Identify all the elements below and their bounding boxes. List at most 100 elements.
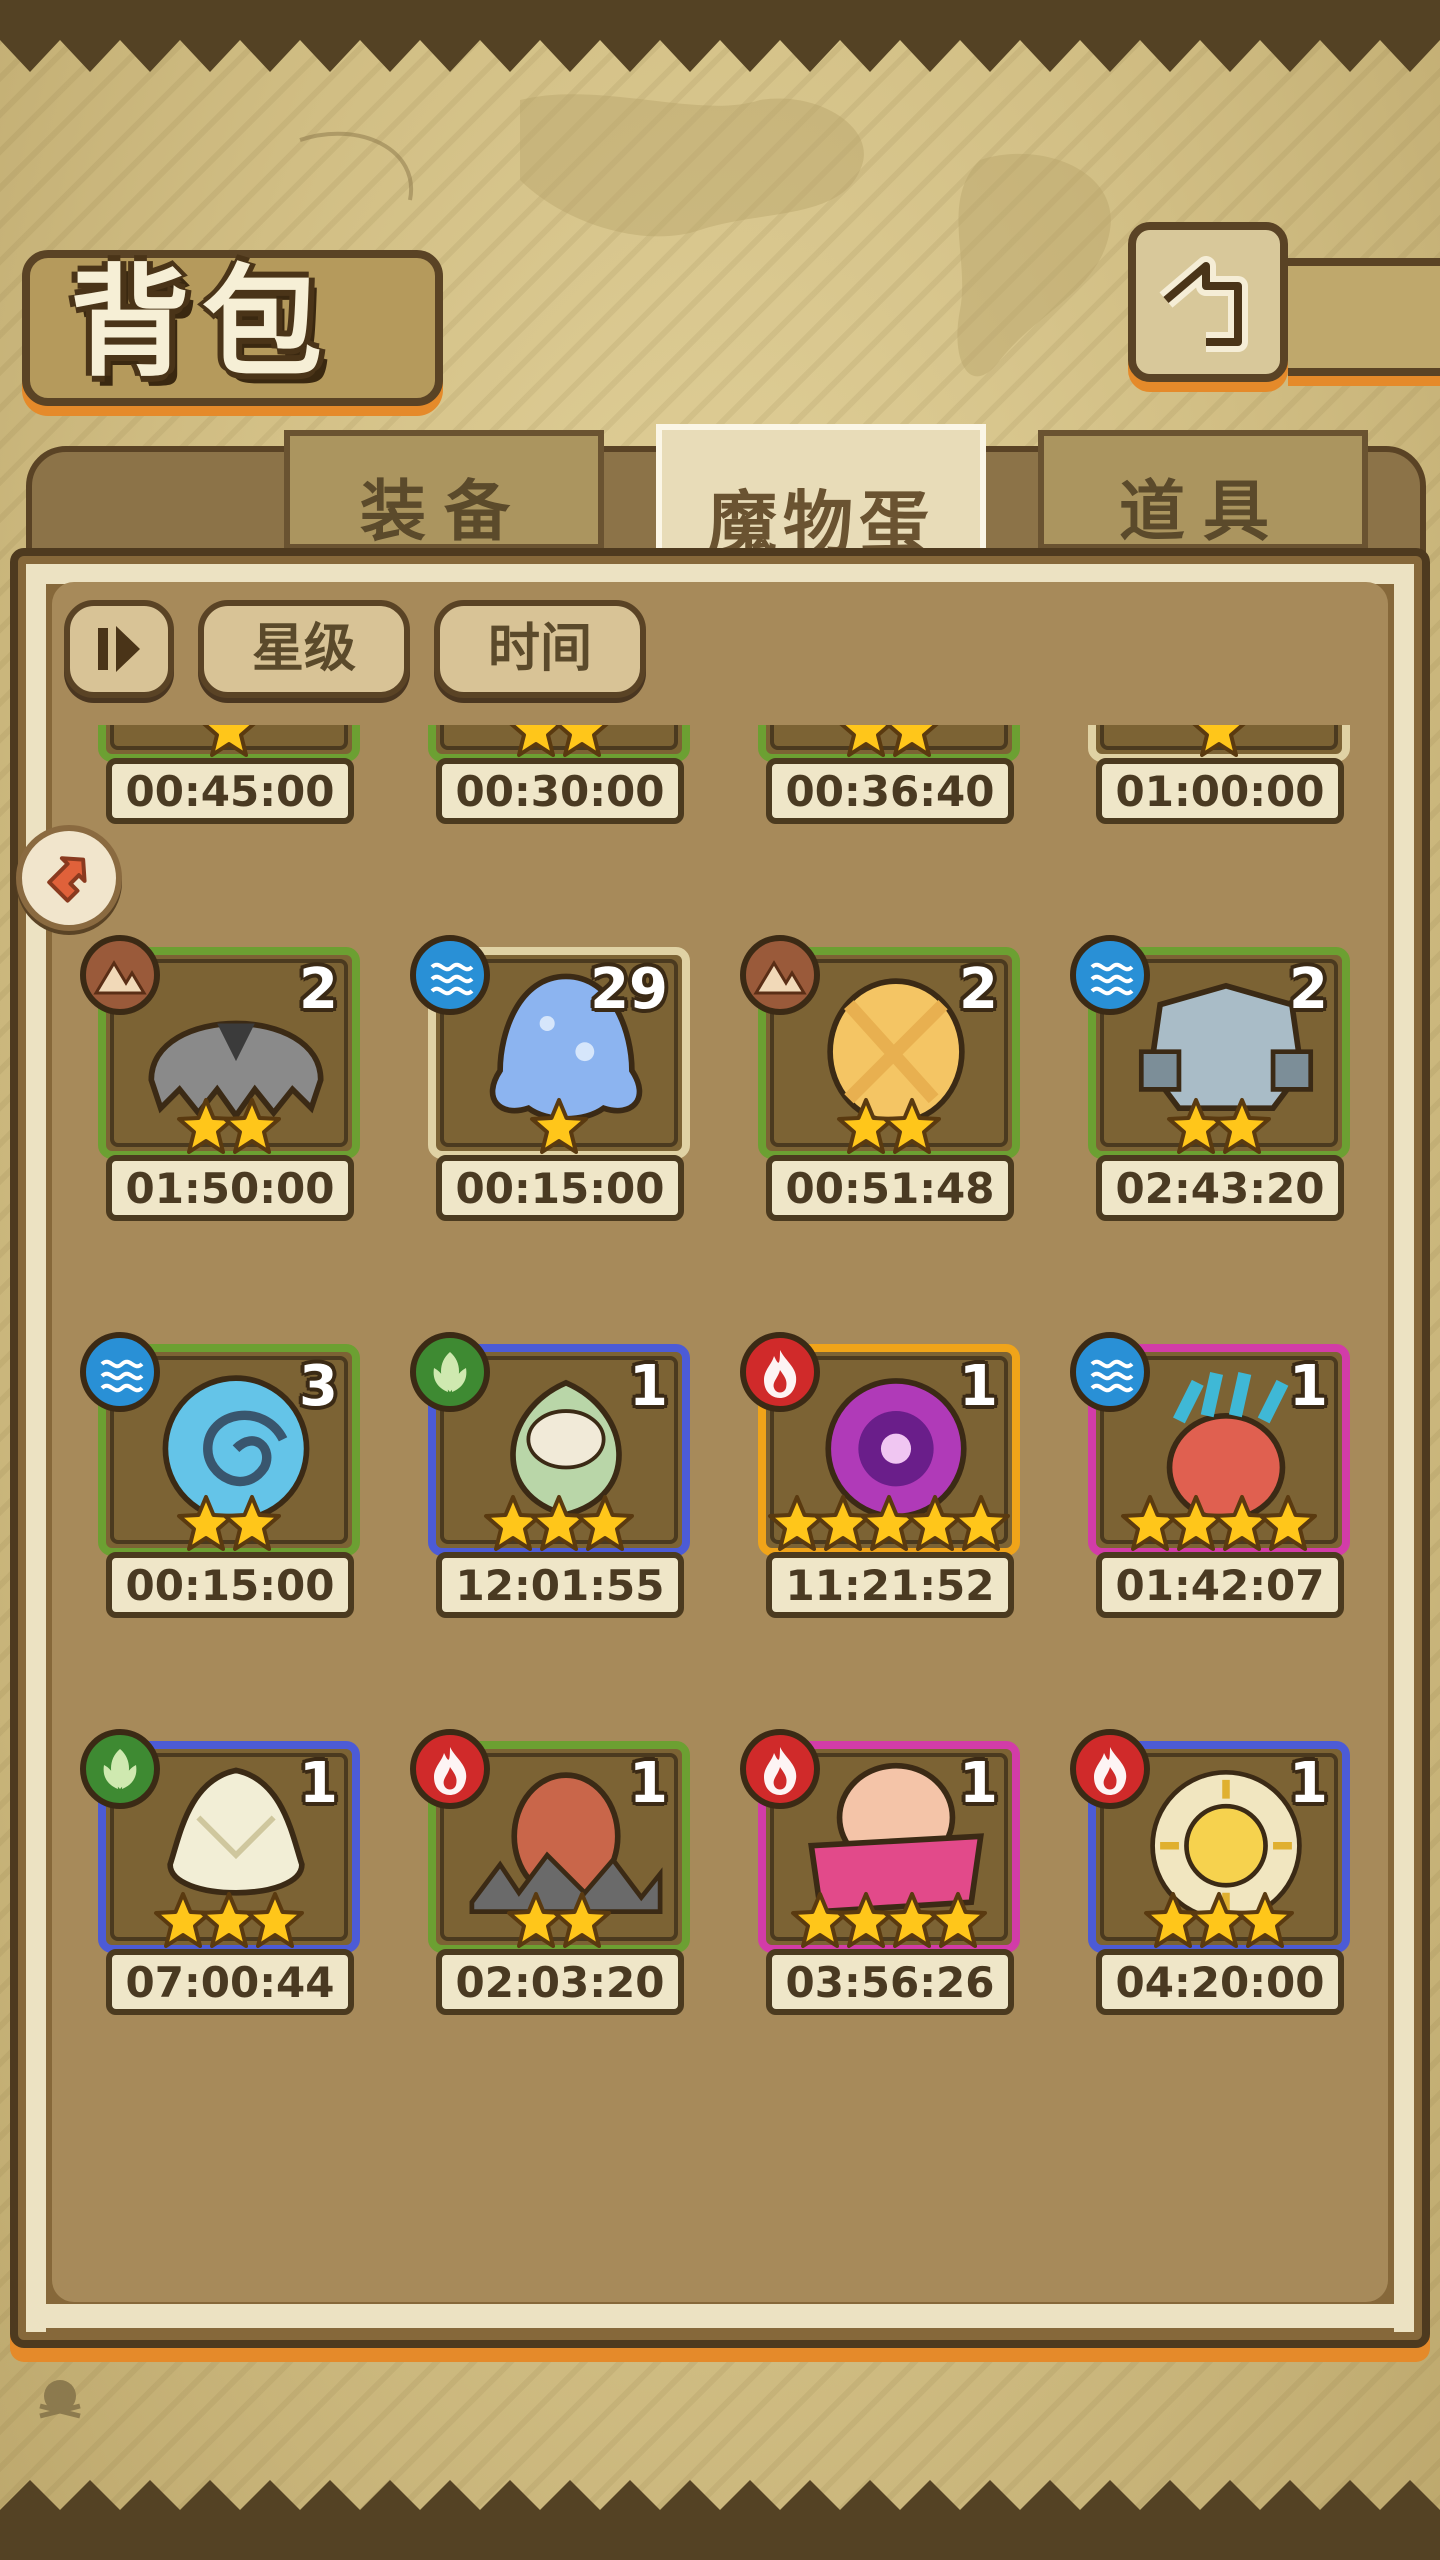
star-icon — [202, 725, 256, 757]
star-rating — [758, 1097, 1020, 1161]
fire-symbol-icon — [764, 1747, 797, 1795]
star-rating — [758, 1494, 1020, 1558]
egg-count: 1 — [959, 1751, 998, 1816]
fire-symbol-icon — [1094, 1747, 1127, 1795]
hatch-timer: 00:45:00 — [106, 758, 354, 824]
star-icon — [1259, 1495, 1317, 1551]
back-button-extension — [1288, 258, 1440, 376]
star-icon — [885, 725, 939, 757]
egg-count: 3 — [299, 1354, 338, 1419]
star-icon — [1213, 1098, 1271, 1154]
egg-slot[interactable]: 701:00:00 — [1080, 725, 1380, 840]
skull-icon — [39, 2380, 81, 2419]
hatch-timer: 01:00:00 — [1096, 758, 1344, 824]
earth-symbol-icon — [753, 960, 807, 995]
star-icon — [1192, 725, 1246, 757]
water-symbol-icon — [430, 962, 474, 996]
sort-by-star-button[interactable]: 星级 — [198, 600, 410, 698]
wood-symbol-icon — [433, 1352, 467, 1392]
hatch-timer: 00:36:40 — [766, 758, 1014, 824]
water-element-icon — [1070, 935, 1150, 1015]
hatch-timer: 01:42:07 — [1096, 1552, 1344, 1618]
hatch-timer: 00:51:48 — [766, 1155, 1014, 1221]
fire-element-icon — [740, 1332, 820, 1412]
hatch-timer: 00:15:00 — [106, 1552, 354, 1618]
egg-count: 2 — [299, 957, 338, 1022]
star-icon — [952, 1495, 1010, 1551]
water-element-icon — [80, 1332, 160, 1412]
hatch-timer: 07:00:44 — [106, 1949, 354, 2015]
tab-equipment[interactable]: 装备 — [284, 430, 604, 550]
egg-slot[interactable]: 1500:45:00 — [90, 725, 390, 840]
sort-by-star-label: 星级 — [251, 618, 356, 679]
sort-by-time-label: 时间 — [487, 618, 592, 679]
fire-element-icon — [740, 1729, 820, 1809]
hatch-timer: 04:20:00 — [1096, 1949, 1344, 2015]
water-symbol-icon — [1090, 962, 1134, 996]
egg-slot[interactable]: 2 01:50:00 — [80, 935, 390, 1237]
wood-element-icon — [80, 1729, 160, 1809]
egg-slot[interactable]: 1 11:21:52 — [740, 1332, 1050, 1634]
wood-symbol-icon — [103, 1749, 137, 1789]
egg-slot[interactable]: 3 00:15:00 — [80, 1332, 390, 1634]
egg-grid: 1500:45:002300:30:00200:36:40701:00:0020… — [60, 725, 1380, 2200]
egg-count: 1 — [629, 1354, 668, 1419]
back-button[interactable] — [1128, 222, 1288, 382]
star-rating — [1088, 1494, 1350, 1558]
return-arrow-icon — [1159, 256, 1248, 352]
egg-count: 1 — [1289, 1751, 1328, 1816]
tab-equipment-label: 装备 — [360, 472, 528, 550]
side-collapse-button[interactable] — [16, 825, 122, 931]
star-rating — [428, 1891, 690, 1955]
panel-rim-top — [28, 564, 1412, 584]
egg-slot[interactable]: 1 02:03:20 — [410, 1729, 720, 2031]
egg-count: 1 — [629, 1751, 668, 1816]
sort-by-time-button[interactable]: 时间 — [434, 600, 646, 698]
egg-slot[interactable]: 2 02:43:20 — [1070, 935, 1380, 1237]
star-icon — [553, 1892, 611, 1948]
egg-count: 2 — [1289, 957, 1328, 1022]
tab-items[interactable]: 道具 — [1038, 430, 1368, 550]
star-icon — [555, 725, 609, 757]
egg-slot[interactable]: 1 03:56:26 — [740, 1729, 1050, 2031]
fire-element-icon — [410, 1729, 490, 1809]
earth-element-icon — [80, 935, 160, 1015]
egg-slot[interactable]: 2 00:51:48 — [740, 935, 1050, 1237]
egg-count: 1 — [1289, 1354, 1328, 1419]
water-element-icon — [1070, 1332, 1150, 1412]
star-rating — [98, 1494, 360, 1558]
star-rating — [1088, 1097, 1350, 1161]
star-rating — [1088, 1891, 1350, 1955]
water-symbol-icon — [100, 1359, 144, 1393]
star-icon — [223, 1098, 281, 1154]
hatch-timer: 01:50:00 — [106, 1155, 354, 1221]
backpack-screen: 背包 装备 道具 魔物蛋 星级 时间 1500:45:0023 — [0, 0, 1440, 2560]
egg-slot[interactable]: 29 00:15:00 — [410, 935, 720, 1237]
fire-symbol-icon — [434, 1747, 467, 1795]
egg-slot[interactable]: 200:36:40 — [750, 725, 1050, 840]
egg-slot[interactable]: 1 04:20:00 — [1070, 1729, 1380, 2031]
egg-count: 2 — [959, 957, 998, 1022]
panel-rim-bottom — [28, 2304, 1412, 2328]
star-rating — [428, 1097, 690, 1161]
hatch-timer: 02:43:20 — [1096, 1155, 1344, 1221]
star-icon — [530, 1098, 588, 1154]
sort-order-toggle-button[interactable] — [64, 600, 174, 698]
star-rating — [98, 1891, 360, 1955]
egg-slot[interactable]: 2300:30:00 — [420, 725, 720, 840]
egg-slot[interactable]: 1 12:01:55 — [410, 1332, 720, 1634]
star-icon — [1236, 1892, 1294, 1948]
hatch-timer: 03:56:26 — [766, 1949, 1014, 2015]
egg-slot[interactable]: 1 07:00:44 — [80, 1729, 390, 2031]
star-icon — [576, 1495, 634, 1551]
egg-count: 29 — [590, 957, 668, 1022]
egg-slot[interactable]: 1 01:42:07 — [1070, 1332, 1380, 1634]
wood-element-icon — [410, 1332, 490, 1412]
earth-symbol-icon — [93, 960, 147, 995]
panel-rim-left — [26, 564, 46, 2332]
hatch-timer: 00:15:00 — [436, 1155, 684, 1221]
hatch-timer: 00:30:00 — [436, 758, 684, 824]
panel-rim-right — [1394, 564, 1414, 2332]
collapse-arrow-icon — [47, 856, 87, 903]
hatch-timer: 12:01:55 — [436, 1552, 684, 1618]
